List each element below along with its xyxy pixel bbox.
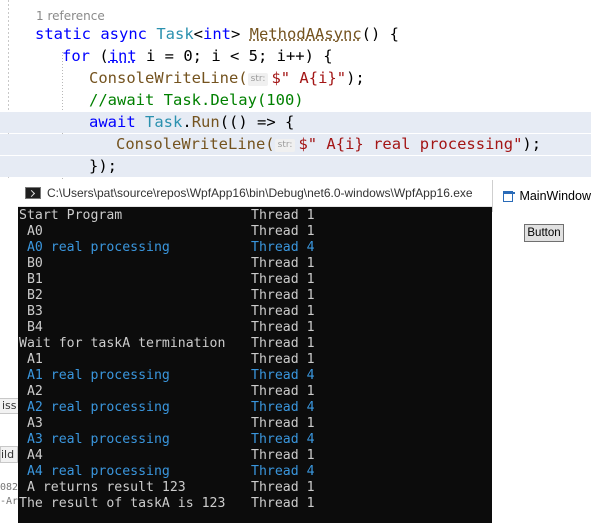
console-line-thread: Thread 1: [251, 336, 315, 351]
console-line-message: A0: [19, 224, 43, 239]
code-line-2[interactable]: for (int i = 0; i < 5; i++) {: [62, 46, 333, 67]
console-line: B0 Thread 1: [18, 256, 492, 272]
code-line-7[interactable]: });: [0, 156, 591, 177]
console-line: A0 real processing Thread 4: [18, 240, 492, 256]
console-line-message: A3 real processing: [19, 432, 170, 447]
console-line: Wait for taskA termination Thread 1: [18, 336, 492, 352]
console-line: A returns result 123 Thread 1: [18, 480, 492, 496]
console-output[interactable]: Start Program Thread 1 A0 Thread 1 A0 real…: [18, 207, 492, 523]
console-line-thread: Thread 1: [251, 272, 315, 287]
console-line-message: A3: [19, 416, 43, 431]
console-line-thread: Thread 1: [251, 224, 315, 239]
console-line-thread: Thread 1: [251, 320, 315, 335]
console-line: A4 real processing Thread 4: [18, 464, 492, 480]
console-line: A3 Thread 1: [18, 416, 492, 432]
console-line-thread: Thread 1: [251, 304, 315, 319]
console-line: A1 real processing Thread 4: [18, 368, 492, 384]
console-window[interactable]: C:\Users\pat\source\repos\WpfApp16\bin\D…: [18, 180, 492, 523]
console-line: B1 Thread 1: [18, 272, 492, 288]
console-line: The result of taskA is 123 Thread 1: [18, 496, 492, 512]
console-line: A3 real processing Thread 4: [18, 432, 492, 448]
console-line-thread: Thread 1: [251, 352, 315, 367]
console-title: C:\Users\pat\source\repos\WpfApp16\bin\D…: [47, 186, 473, 200]
console-line-thread: Thread 4: [251, 432, 315, 447]
console-line-thread: Thread 4: [251, 400, 315, 415]
console-line: A2 real processing Thread 4: [18, 400, 492, 416]
console-line-message: A4 real processing: [19, 464, 170, 479]
console-line: A4 Thread 1: [18, 448, 492, 464]
console-titlebar[interactable]: C:\Users\pat\source\repos\WpfApp16\bin\D…: [18, 180, 492, 207]
console-line-thread: Thread 1: [251, 416, 315, 431]
console-line: Start Program Thread 1: [18, 208, 492, 224]
console-line-thread: Thread 1: [251, 288, 315, 303]
console-line-message: B3: [19, 304, 43, 319]
console-line-thread: Thread 1: [251, 384, 315, 399]
console-line-message: A returns result 123: [19, 480, 186, 495]
console-line-thread: Thread 1: [251, 208, 315, 223]
console-line-message: A4: [19, 448, 43, 463]
console-line-message: Wait for taskA termination: [19, 336, 226, 351]
background-text-fragment: -Ar: [0, 496, 18, 507]
code-line-5[interactable]: await Task.Run(() => {: [0, 112, 591, 133]
console-line-message: Start Program: [19, 208, 123, 223]
parameter-hint: str:: [247, 73, 269, 86]
wpf-window-title: MainWindow: [519, 189, 591, 203]
console-line-message: B1: [19, 272, 43, 287]
code-line-1[interactable]: static async Task<int> MethodAAsync() {: [35, 24, 399, 45]
background-panel-fragment: ild: [0, 446, 18, 463]
console-app-icon: [25, 187, 41, 199]
code-lens-references[interactable]: 1 reference: [36, 9, 105, 23]
console-line-thread: Thread 4: [251, 368, 315, 383]
console-line: B2 Thread 1: [18, 288, 492, 304]
console-line-message: B0: [19, 256, 43, 271]
console-line: A2 Thread 1: [18, 384, 492, 400]
code-line-6[interactable]: ConsoleWriteLine(str: $" A{i} real proces…: [0, 134, 591, 155]
console-line-thread: Thread 1: [251, 448, 315, 463]
code-editor[interactable]: 1 reference static async Task<int> Metho…: [0, 0, 591, 180]
console-line-thread: Thread 1: [251, 480, 315, 495]
console-line-message: B4: [19, 320, 43, 335]
console-line-thread: Thread 1: [251, 496, 315, 511]
background-panel-fragment: iss: [0, 398, 18, 414]
console-line: B4 Thread 1: [18, 320, 492, 336]
console-line: A1 Thread 1: [18, 352, 492, 368]
console-line-thread: Thread 4: [251, 464, 315, 479]
code-line-4[interactable]: //await Task.Delay(100): [89, 90, 304, 111]
console-line: A0 Thread 1: [18, 224, 492, 240]
console-line-message: A2 real processing: [19, 400, 170, 415]
code-line-3[interactable]: ConsoleWriteLine(str: $" A{i}");: [89, 68, 365, 89]
console-line-message: A0 real processing: [19, 240, 170, 255]
parameter-hint: str:: [274, 139, 296, 152]
console-line-message: B2: [19, 288, 43, 303]
console-line-message: A1 real processing: [19, 368, 170, 383]
console-line: B3 Thread 1: [18, 304, 492, 320]
console-line-message: A1: [19, 352, 43, 367]
console-line-message: The result of taskA is 123: [19, 496, 226, 511]
console-line-thread: Thread 4: [251, 240, 315, 255]
console-line-message: A2: [19, 384, 43, 399]
wpf-button[interactable]: Button: [524, 224, 564, 242]
wpf-window-titlebar[interactable]: MainWindow: [492, 180, 591, 212]
wpf-main-window[interactable]: MainWindow Button: [492, 180, 591, 523]
console-line-thread: Thread 1: [251, 256, 315, 271]
window-icon: [503, 190, 516, 202]
background-text-fragment: 082: [0, 482, 18, 493]
